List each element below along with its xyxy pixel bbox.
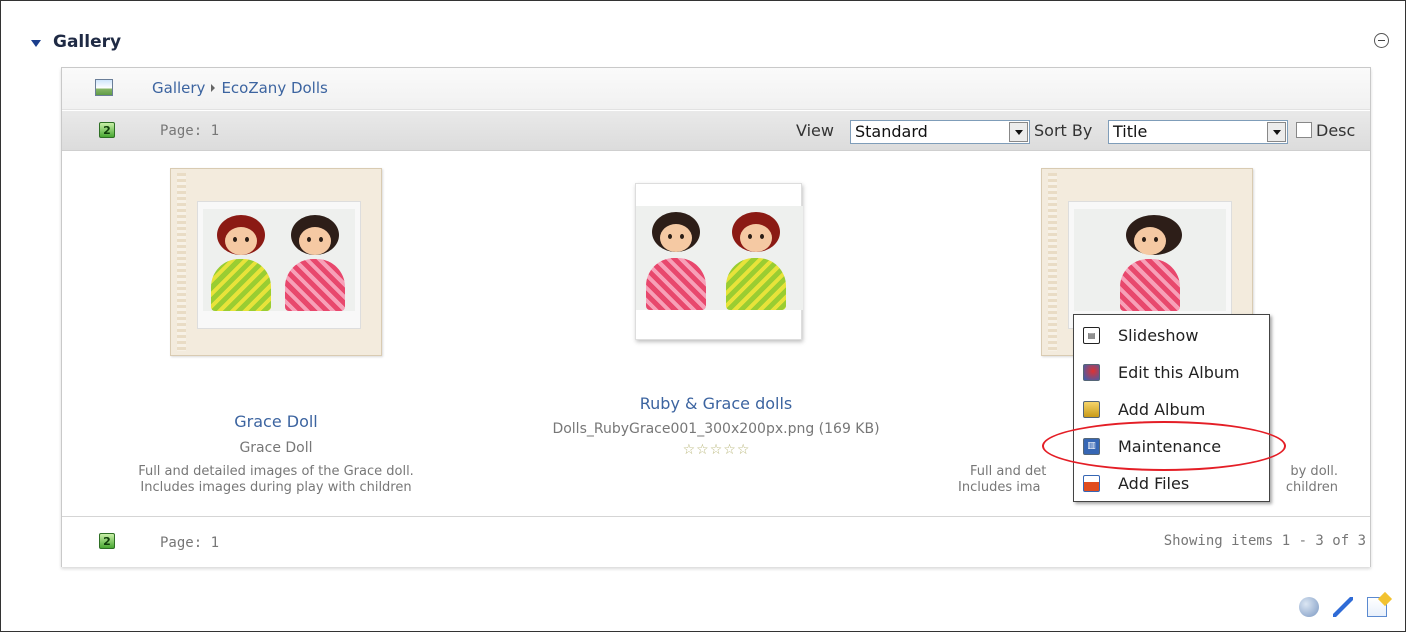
item-subtitle: Grace Doll	[239, 440, 313, 456]
item-description: Includes images during play with childre…	[140, 480, 412, 495]
gallery-image-icon	[95, 79, 113, 96]
expand-triangle-icon[interactable]	[31, 39, 41, 47]
desc-label: Desc	[1316, 121, 1356, 140]
menu-item-label: Slideshow	[1118, 325, 1199, 345]
menu-item-label: Edit this Album	[1118, 362, 1240, 382]
page-indicator: Page: 1	[160, 123, 220, 139]
print-icon[interactable]	[1299, 597, 1319, 617]
add-files-icon	[1083, 474, 1100, 492]
module-header[interactable]: Gallery	[31, 29, 121, 55]
sort-select[interactable]: Title	[1108, 120, 1288, 144]
menu-item-edit-album[interactable]: Edit this Album	[1074, 354, 1269, 390]
desc-checkbox[interactable]	[1296, 122, 1312, 138]
breadcrumb: Gallery EcoZany Dolls	[152, 79, 328, 97]
item-description: by doll.	[1290, 464, 1338, 479]
page-indicator: Page: 1	[160, 535, 220, 551]
page-frame: Gallery Gallery EcoZany Dolls 2 Page: 1 V…	[0, 0, 1406, 632]
add-album-icon	[1083, 400, 1100, 418]
slideshow-icon: ▤	[1083, 326, 1100, 344]
view-select[interactable]: Standard	[850, 120, 1030, 144]
menu-item-slideshow[interactable]: ▤ Slideshow	[1074, 317, 1269, 353]
breadcrumb-separator-icon	[211, 84, 216, 92]
menu-item-maintenance[interactable]: ▥ Maintenance	[1074, 428, 1269, 464]
showing-count: Showing items 1 - 3 of 3	[1163, 533, 1366, 549]
menu-item-label: Maintenance	[1118, 436, 1222, 456]
item-description: Includes ima	[958, 480, 1041, 495]
view-select-value: Standard	[855, 122, 928, 141]
pencil-icon[interactable]	[1333, 597, 1353, 617]
breadcrumb-current-link[interactable]: EcoZany Dolls	[221, 79, 327, 97]
item-subtitle: Dolls_RubyGrace001_300x200px.png (169 KB…	[552, 421, 880, 437]
item-description: Full and det	[970, 464, 1047, 479]
item-description: children	[1285, 480, 1338, 495]
toolbar: 2 Page: 1 View Standard Sort By Title De…	[62, 111, 1370, 151]
sort-select-value: Title	[1113, 122, 1148, 141]
collapse-icon[interactable]	[1374, 33, 1389, 48]
menu-item-label: Add Album	[1118, 399, 1206, 419]
menu-item-add-album[interactable]: Add Album	[1074, 391, 1269, 427]
view-label: View	[796, 121, 834, 140]
maintenance-icon: ▥	[1083, 437, 1100, 455]
chevron-down-icon[interactable]	[1009, 122, 1028, 142]
sort-label: Sort By	[1034, 121, 1093, 140]
item-description: Full and detailed images of the Grace do…	[138, 464, 414, 479]
context-menu: ▤ Slideshow Edit this Album Add Album ▥ …	[1073, 314, 1270, 502]
edit-album-icon	[1083, 363, 1100, 381]
refresh-icon[interactable]: 2	[99, 533, 115, 549]
module-actions	[1299, 597, 1387, 617]
menu-item-label: Add Files	[1118, 473, 1190, 493]
gallery-item: Ruby & Grace dolls Dolls_RubyGrace001_30…	[502, 152, 930, 514]
module-title: Gallery	[53, 32, 122, 52]
item-title-link[interactable]: Ruby & Grace dolls	[502, 394, 930, 413]
chevron-down-icon[interactable]	[1267, 122, 1286, 142]
breadcrumb-bar: Gallery EcoZany Dolls	[62, 68, 1370, 110]
item-title-link[interactable]: Grace Doll	[82, 412, 470, 431]
refresh-icon[interactable]: 2	[99, 122, 115, 138]
footer-bar: 2 Page: 1 Showing items 1 - 3 of 3	[62, 516, 1370, 567]
edit-content-icon[interactable]	[1367, 597, 1387, 617]
menu-item-add-files[interactable]: Add Files	[1074, 465, 1269, 501]
breadcrumb-root-link[interactable]: Gallery	[152, 79, 205, 97]
gallery-item: Grace Doll Grace Doll Full and detailed …	[82, 152, 470, 514]
